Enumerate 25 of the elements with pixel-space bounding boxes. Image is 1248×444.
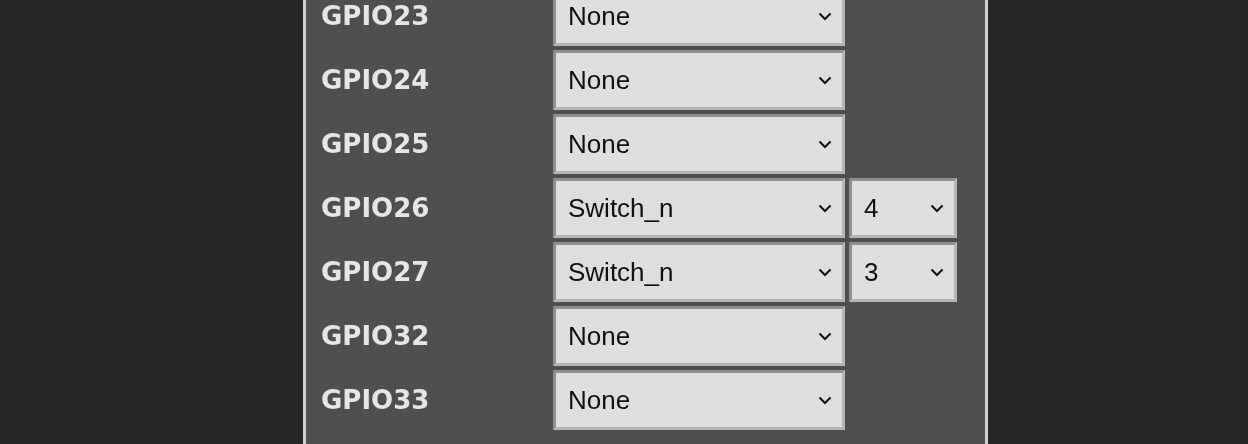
function-dropdown[interactable]: None [553,114,845,174]
chevron-down-icon [818,203,832,213]
index-dropdown[interactable]: 4 [849,178,957,238]
pin-label: GPIO27 [321,257,430,287]
pin-label: GPIO23 [321,1,430,31]
chevron-down-icon [818,267,832,277]
function-dropdown[interactable]: Switch_n [553,178,845,238]
function-dropdown[interactable]: Switch_n [553,242,845,302]
chevron-down-icon [818,75,832,85]
function-dropdown[interactable]: None [553,306,845,366]
function-dropdown[interactable]: None [553,370,845,430]
chevron-down-icon [818,139,832,149]
chevron-down-icon [818,11,832,21]
pin-label: GPIO33 [321,385,430,415]
chevron-down-icon [930,267,944,277]
pin-label: GPIO25 [321,129,430,159]
function-dropdown[interactable]: None [553,0,845,46]
pin-label: GPIO24 [321,65,430,95]
function-dropdown[interactable]: None [553,50,845,110]
chevron-down-icon [930,203,944,213]
chevron-down-icon [818,395,832,405]
chevron-down-icon [818,331,832,341]
index-dropdown[interactable]: 3 [849,242,957,302]
pin-label: GPIO26 [321,193,430,223]
pin-label: GPIO32 [321,321,430,351]
